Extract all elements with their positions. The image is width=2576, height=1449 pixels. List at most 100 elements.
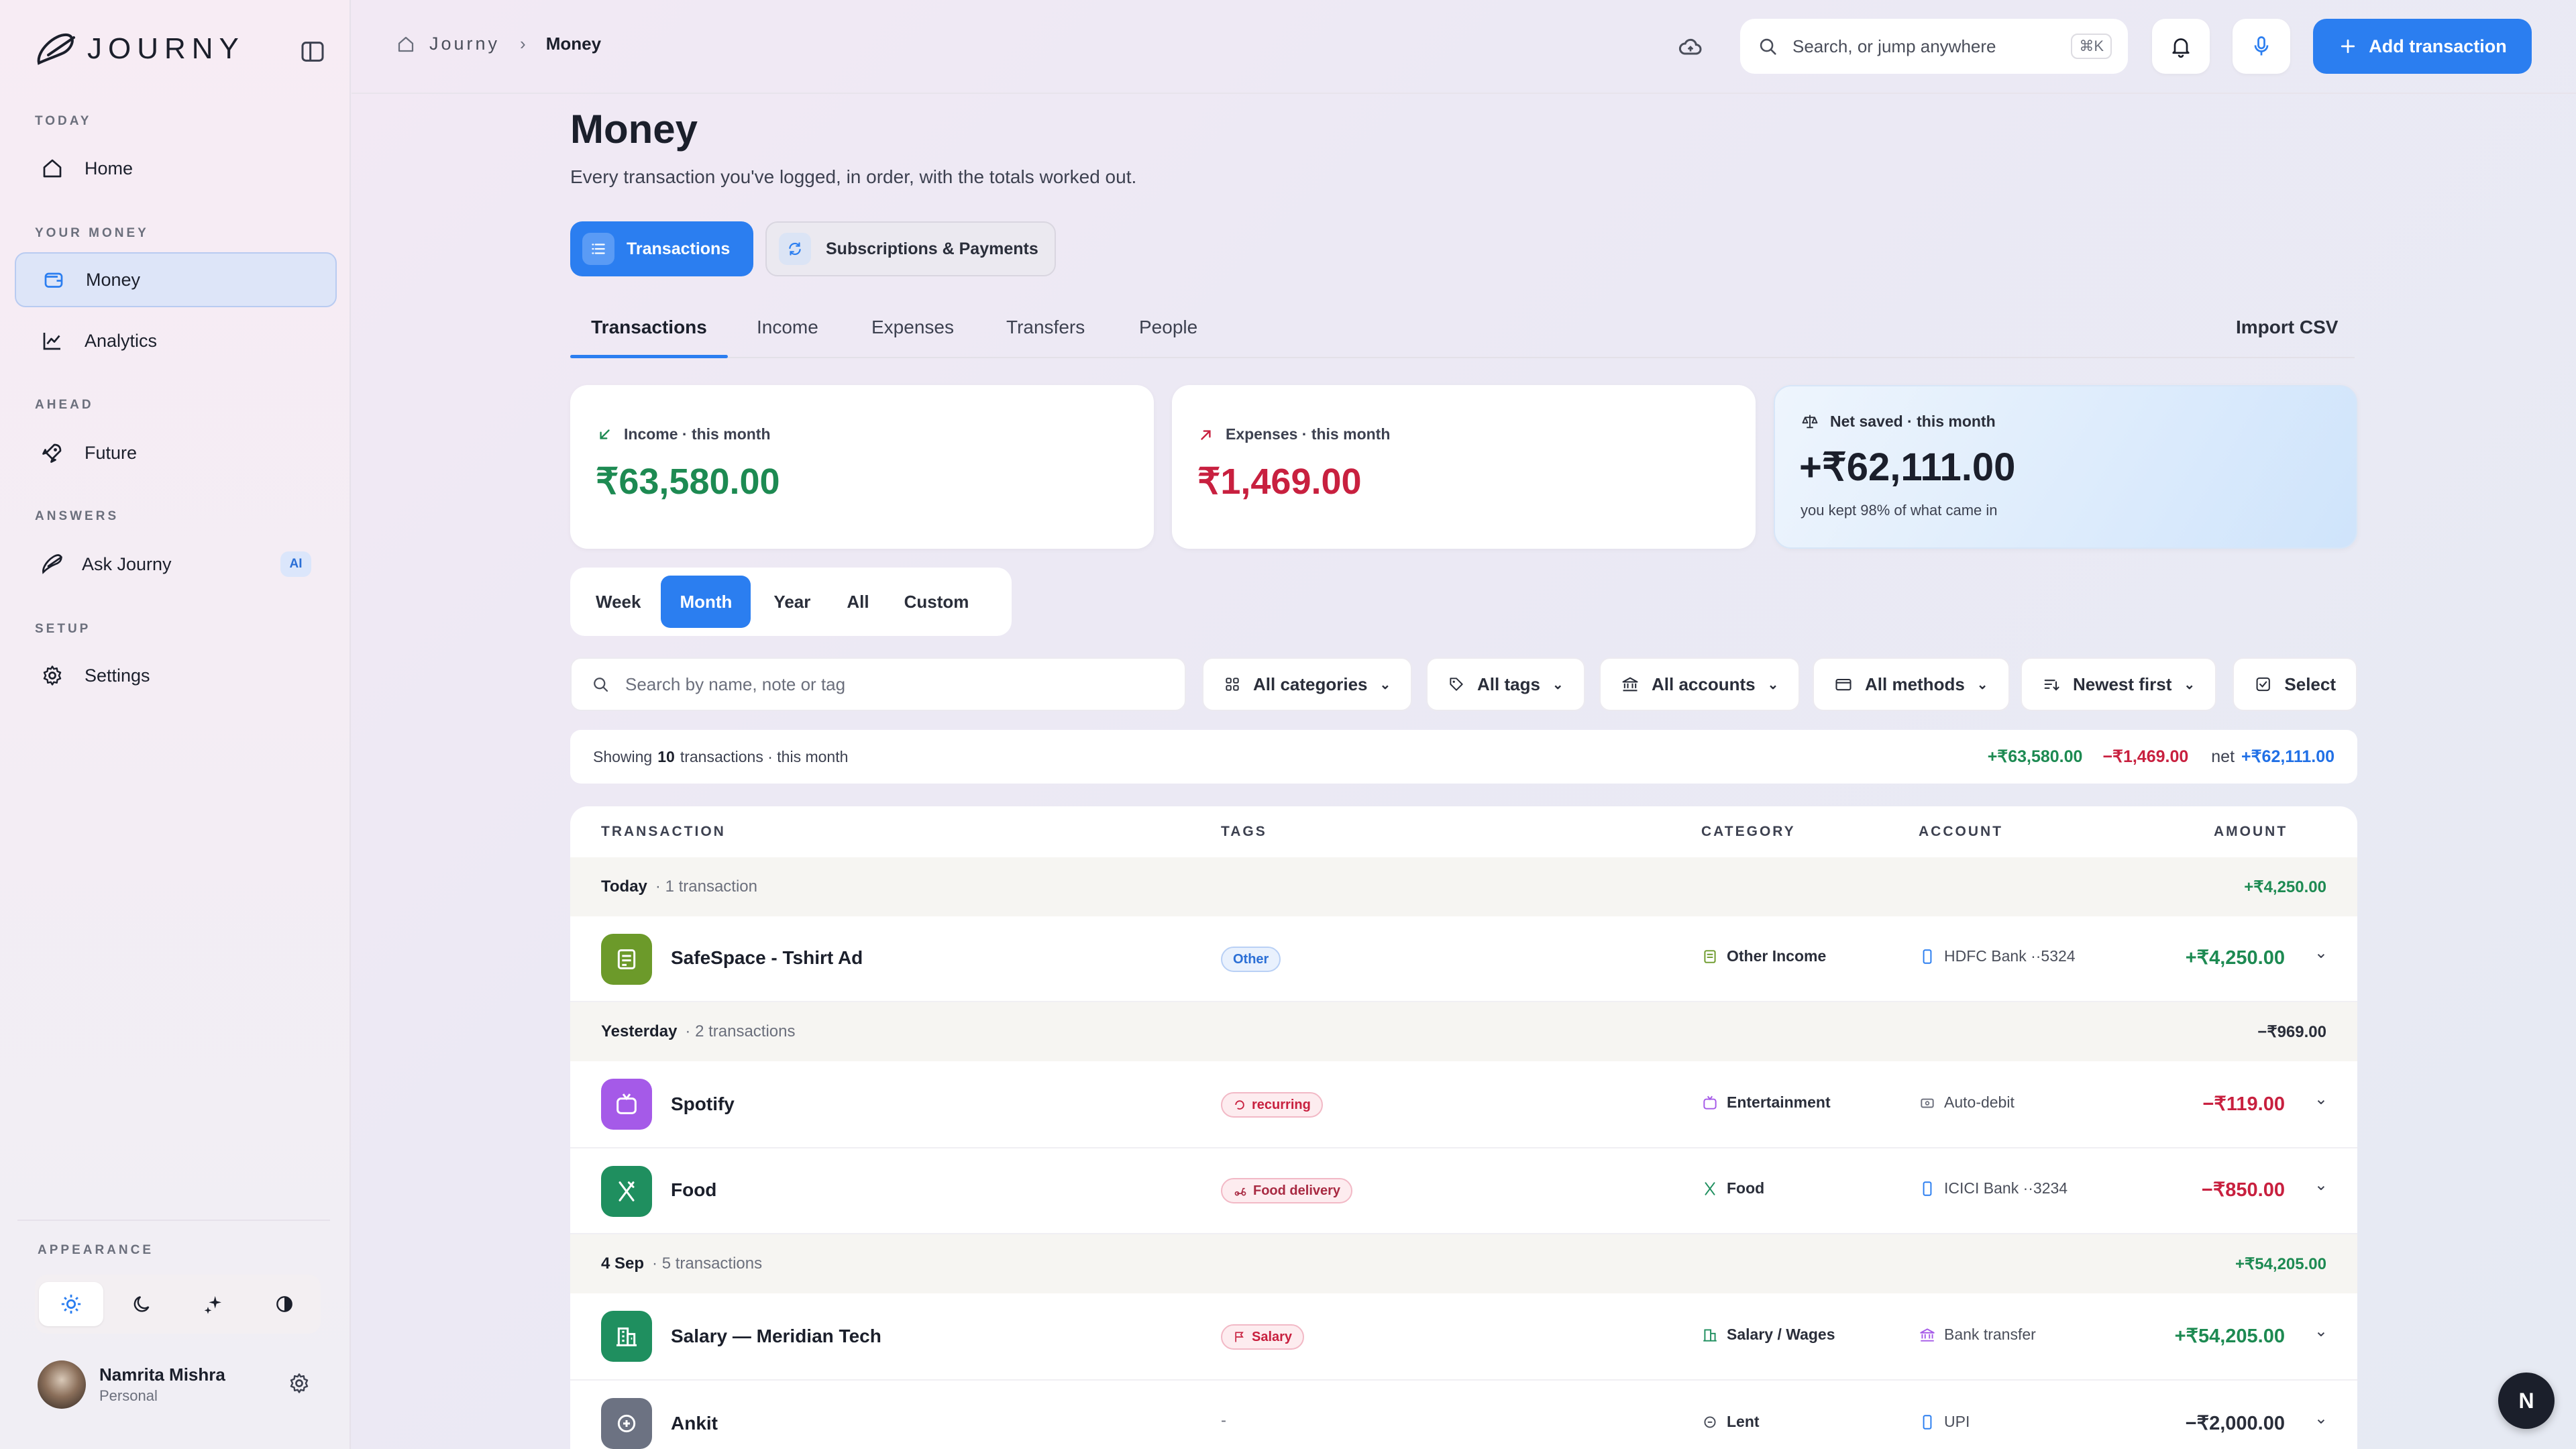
avatar[interactable] xyxy=(38,1360,86,1409)
filter-tags[interactable]: All tags ⌄ xyxy=(1426,657,1585,711)
tag-chip[interactable]: recurring xyxy=(1221,1092,1323,1118)
chevron-down-icon[interactable]: ⌄ xyxy=(2314,1089,2328,1109)
sidebar-item-future[interactable]: Future xyxy=(15,425,337,480)
category-cell: Lent xyxy=(1701,1413,1760,1431)
table-row[interactable]: Ankit - Lent UPI −₹2,000.00 ⌄ xyxy=(570,1381,2357,1449)
search-icon xyxy=(594,678,608,692)
account-label: Auto-debit xyxy=(1944,1093,2015,1111)
period-year[interactable]: Year xyxy=(753,576,830,628)
tab-people[interactable]: People xyxy=(1139,317,1197,338)
theme-dark-button[interactable] xyxy=(110,1282,174,1326)
phone-icon xyxy=(1923,1181,1932,1196)
microphone-icon xyxy=(2254,36,2269,56)
theme-contrast-button[interactable] xyxy=(252,1282,317,1326)
autopay-icon xyxy=(1921,1098,1934,1108)
sidebar-item-ask-journy[interactable]: Ask Journy AI xyxy=(15,537,337,592)
transaction-name: Food xyxy=(671,1179,717,1200)
chevron-down-icon: ⌄ xyxy=(1976,677,1988,692)
net-label-row: Net saved · this month xyxy=(1801,412,1996,431)
chevron-down-icon[interactable]: ⌄ xyxy=(2314,1175,2328,1195)
tag-chip[interactable]: Salary xyxy=(1221,1324,1305,1350)
column-header-transaction: TRANSACTION xyxy=(601,824,726,839)
chevron-down-icon[interactable]: ⌄ xyxy=(2314,1409,2328,1428)
transaction-name: Salary — Meridian Tech xyxy=(671,1326,881,1346)
table-row[interactable]: SafeSpace - Tshirt Ad Other Other Income… xyxy=(570,916,2357,1002)
transaction-amount: +₹54,205.00 xyxy=(2174,1326,2285,1347)
filter-methods[interactable]: All methods ⌄ xyxy=(1813,657,2010,711)
import-csv-button[interactable]: Import CSV xyxy=(2236,317,2338,338)
group-date: 4 Sep xyxy=(601,1254,645,1273)
chevron-down-icon[interactable]: ⌄ xyxy=(2314,1322,2328,1341)
home-icon xyxy=(43,159,62,178)
moon-icon xyxy=(133,1296,150,1312)
search-icon xyxy=(1760,38,1776,55)
assistant-fab[interactable]: N xyxy=(2498,1373,2555,1429)
table-row[interactable]: Salary — Meridian Tech Salary Salary / W… xyxy=(570,1293,2357,1381)
voice-input-button[interactable] xyxy=(2233,19,2290,74)
bank-icon xyxy=(1622,677,1638,692)
global-search[interactable]: Search, or jump anywhere ⌘K xyxy=(1740,19,2128,74)
tag-chip[interactable]: Other xyxy=(1221,947,1281,972)
tab-income[interactable]: Income xyxy=(757,317,818,338)
notifications-button[interactable] xyxy=(2152,19,2210,74)
transaction-name: Spotify xyxy=(671,1093,735,1114)
tab-transactions[interactable]: Transactions xyxy=(570,317,728,338)
grid-icon xyxy=(1226,678,1239,691)
table-row[interactable]: Food Food delivery Food ICICI Bank ··323… xyxy=(570,1148,2357,1234)
account-label: HDFC Bank ··5324 xyxy=(1944,947,2076,965)
flag-icon xyxy=(1235,1332,1244,1342)
add-transaction-label: Add transaction xyxy=(2369,36,2507,56)
tab-expenses[interactable]: Expenses xyxy=(871,317,954,338)
sort-label: Newest first xyxy=(2073,674,2172,694)
filter-categories[interactable]: All categories ⌄ xyxy=(1202,657,1413,711)
utensils-icon xyxy=(601,1166,652,1217)
sidebar-item-settings[interactable]: Settings xyxy=(15,648,337,703)
sidebar-item-home[interactable]: Home xyxy=(15,141,337,196)
transaction-search-input[interactable]: Search by name, note or tag xyxy=(570,657,1186,711)
sparkle-icon xyxy=(204,1296,221,1314)
filter-accounts[interactable]: All accounts ⌄ xyxy=(1599,657,1801,711)
theme-auto-button[interactable] xyxy=(181,1282,246,1326)
chevron-down-icon[interactable]: ⌄ xyxy=(2314,943,2328,963)
segment-transactions[interactable]: Transactions xyxy=(570,221,753,276)
period-custom[interactable]: Custom xyxy=(885,576,988,628)
account-settings-button[interactable] xyxy=(287,1371,311,1395)
segment-subscriptions[interactable]: Subscriptions & Payments xyxy=(765,221,1056,276)
phone-icon xyxy=(1923,1414,1932,1430)
account-label: UPI xyxy=(1944,1413,1970,1430)
sidebar-item-money[interactable]: Money xyxy=(15,252,337,307)
showing-net-label: net xyxy=(2211,747,2235,766)
expenses-label-row: Expenses · this month xyxy=(1197,425,1390,443)
tag-chip[interactable]: Food delivery xyxy=(1221,1178,1353,1203)
home-icon xyxy=(398,36,414,52)
sidebar-item-label: Future xyxy=(85,442,138,463)
theme-light-button[interactable] xyxy=(39,1282,103,1326)
period-all[interactable]: All xyxy=(833,576,882,628)
select-button[interactable]: Select xyxy=(2233,657,2357,711)
app-logo[interactable]: JOURNY xyxy=(35,31,245,67)
showing-expenses: −₹1,469.00 xyxy=(2102,747,2189,766)
period-month[interactable]: Month xyxy=(661,576,751,628)
period-week[interactable]: Week xyxy=(578,576,658,628)
breadcrumb-root[interactable]: Journy xyxy=(429,34,500,54)
arrow-down-left-icon xyxy=(600,429,610,439)
ai-badge: AI xyxy=(280,551,311,577)
global-search-placeholder: Search, or jump anywhere xyxy=(1792,36,1996,56)
segment-label: Transactions xyxy=(627,239,731,258)
category-label: Lent xyxy=(1727,1413,1760,1430)
sort-dropdown[interactable]: Newest first ⌄ xyxy=(2021,657,2217,711)
segment-label: Subscriptions & Payments xyxy=(826,239,1038,258)
sync-button[interactable] xyxy=(1677,34,1704,60)
sidebar-toggle-button[interactable] xyxy=(299,38,326,65)
net-label: Net saved · this month xyxy=(1830,412,1996,430)
category-label: Other Income xyxy=(1727,947,1827,965)
chevron-down-icon: ⌄ xyxy=(1552,677,1564,692)
sidebar-item-analytics[interactable]: Analytics xyxy=(15,313,337,368)
contrast-icon xyxy=(276,1296,292,1312)
add-transaction-button[interactable]: Add transaction xyxy=(2313,19,2532,74)
filter-categories-label: All categories xyxy=(1253,674,1368,694)
table-row[interactable]: Spotify recurring Entertainment Auto-deb… xyxy=(570,1061,2357,1148)
chart-line-icon xyxy=(43,333,60,350)
tab-transfers[interactable]: Transfers xyxy=(1006,317,1085,338)
column-header-tags: TAGS xyxy=(1221,824,1267,839)
